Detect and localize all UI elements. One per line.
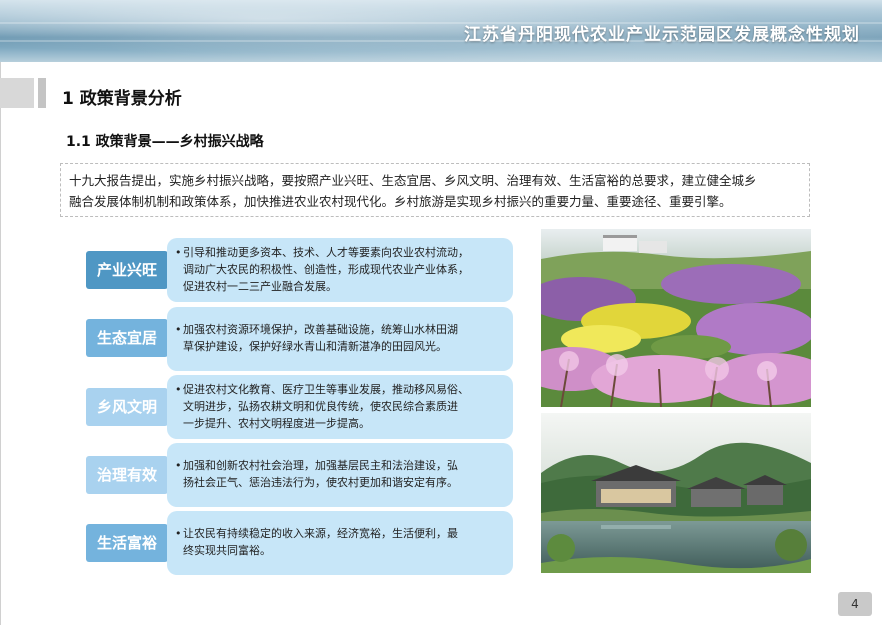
item-desc-shengtai: • 加强农村资源环境保护，改善基础设施，统筹山水林田湖 草保护建设，保护好绿水青… (167, 307, 513, 371)
intro-line: 融合发展体制机制和政策体系，加快推进农业农村现代化。乡村旅游是实现乡村振兴的重要… (69, 194, 732, 209)
photo-blossom-fields (541, 229, 811, 407)
bullet: • (175, 527, 182, 540)
intro-line: 十九大报告提出，实施乡村振兴战略，要按照产业兴旺、生态宜居、乡风文明、治理有效、… (69, 173, 757, 188)
document-title: 江苏省丹阳现代农业产业示范园区发展概念性规划 (464, 25, 860, 45)
header-banner: 江苏省丹阳现代农业产业示范园区发展概念性规划 (0, 0, 882, 62)
desc-line: 终实现共同富裕。 (183, 544, 271, 557)
item-desc-xiangfeng: • 促进农村文化教育、医疗卫生等事业发展，推动移风易俗、 文明进步，弘扬农耕文明… (167, 375, 513, 439)
desc-line: 加强农村资源环境保护，改善基础设施，统筹山水林田湖 (183, 323, 458, 336)
photo-lakeside-pavilion (541, 413, 811, 573)
desc-line: 引导和推动更多资本、技术、人才等要素向农业农村流动， (183, 246, 469, 259)
desc-line: 调动广大农民的积极性、创造性，形成现代农业产业体系， (183, 263, 469, 276)
bullet: • (175, 459, 182, 472)
item-label-xiangfeng: 乡风文明 (86, 388, 168, 426)
bullet: • (175, 323, 182, 336)
bullet: • (175, 383, 182, 396)
section-marker-bar (38, 78, 46, 108)
item-label-chanye: 产业兴旺 (86, 251, 168, 289)
desc-line: 加强和创新农村社会治理，加强基层民主和法治建设，弘 (183, 459, 458, 472)
page-number: 4 (838, 592, 872, 616)
section-title: 1 政策背景分析 (62, 89, 182, 109)
item-label-shengtai: 生态宜居 (86, 319, 168, 357)
item-label-zhili: 治理有效 (86, 456, 168, 494)
item-desc-chanye: • 引导和推动更多资本、技术、人才等要素向农业农村流动， 调动广大农民的积极性、… (167, 238, 513, 302)
desc-line: 一步提升、农村文明程度进一步提高。 (183, 417, 370, 430)
section-marker (0, 78, 34, 108)
desc-line: 促进农村一二三产业融合发展。 (183, 280, 337, 293)
subsection-title: 1.1 政策背景——乡村振兴战略 (66, 134, 264, 150)
item-desc-zhili: • 加强和创新农村社会治理，加强基层民主和法治建设，弘 扬社会正气、惩治违法行为… (167, 443, 513, 507)
desc-line: 促进农村文化教育、医疗卫生等事业发展，推动移风易俗、 (183, 383, 469, 396)
lakeside-pavilion-image (541, 413, 811, 573)
desc-line: 文明进步，弘扬农耕文明和优良传统，使农民综合素质进 (183, 400, 458, 413)
desc-line: 让农民有持续稳定的收入来源，经济宽裕，生活便利，最 (183, 527, 458, 540)
bullet: • (175, 246, 182, 259)
intro-text-box: 十九大报告提出，实施乡村振兴战略，要按照产业兴旺、生态宜居、乡风文明、治理有效、… (60, 163, 810, 217)
item-label-shenghuo: 生活富裕 (86, 524, 168, 562)
desc-line: 扬社会正气、惩治违法行为，使农村更加和谐安定有序。 (183, 476, 458, 489)
blossom-fields-image (541, 229, 811, 407)
page-left-border (0, 62, 1, 625)
item-desc-shenghuo: • 让农民有持续稳定的收入来源，经济宽裕，生活便利，最 终实现共同富裕。 (167, 511, 513, 575)
desc-line: 草保护建设，保护好绿水青山和清新湛净的田园风光。 (183, 340, 447, 353)
